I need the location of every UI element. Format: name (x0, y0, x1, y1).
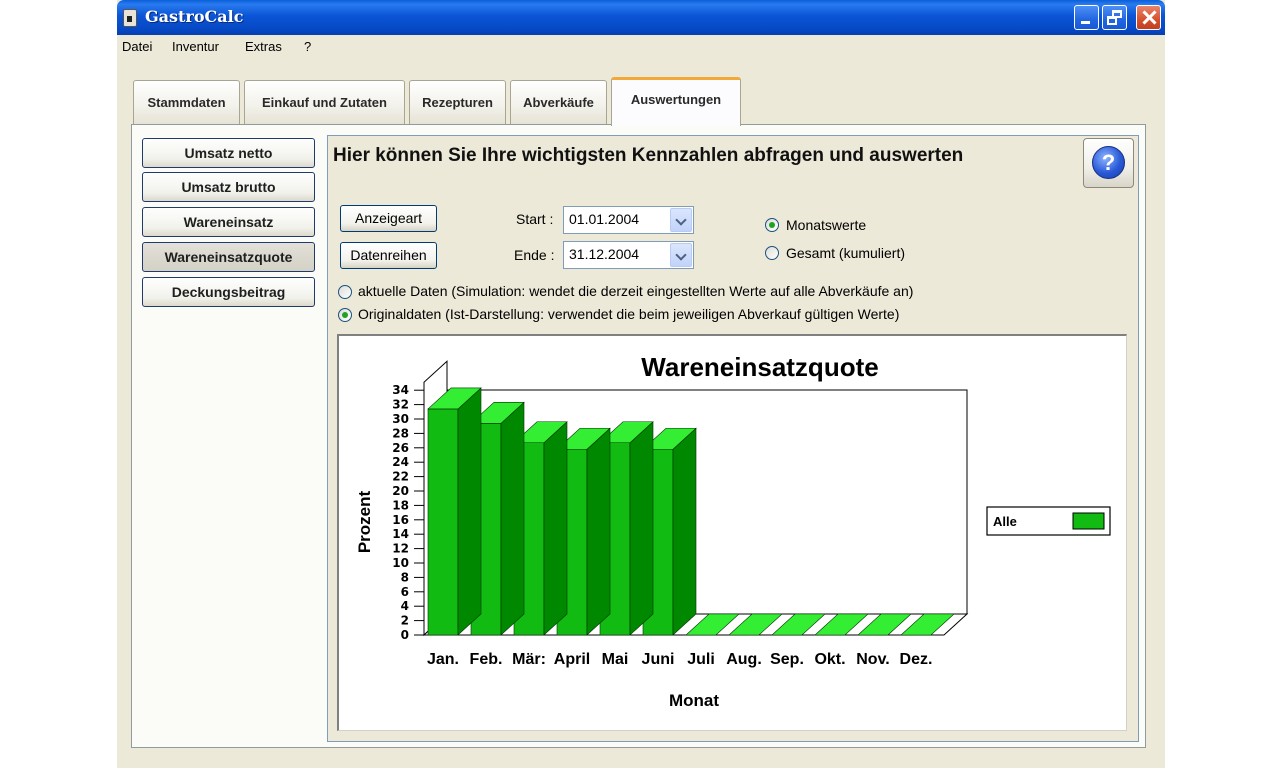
sidebar-item-wareneinsatzquote[interactable]: Wareneinsatzquote (142, 242, 315, 272)
end-date-combo[interactable]: 31.12.2004 (563, 241, 694, 269)
x-tick-label: Sep. (770, 651, 804, 668)
y-tick-label: 6 (401, 585, 409, 599)
app-icon (123, 9, 137, 27)
y-tick-label: 8 (401, 570, 409, 584)
y-tick-label: 20 (392, 484, 409, 498)
bar-side (457, 387, 482, 636)
restore-button[interactable] (1102, 5, 1127, 30)
y-tick-label: 16 (392, 513, 409, 527)
tab-auswertungen[interactable]: Auswertungen (611, 77, 741, 126)
bar-0 (427, 387, 482, 636)
bar-side (629, 421, 654, 636)
menu-extras[interactable]: Extras (245, 39, 282, 54)
sidebar-item-deckungsbeitrag[interactable]: Deckungsbeitrag (142, 277, 315, 307)
y-tick-label: 18 (392, 498, 409, 512)
sidebar-item-umsatz-brutto[interactable]: Umsatz brutto (142, 172, 315, 202)
y-tick-label: 30 (392, 412, 409, 426)
chart-title: Wareneinsatzquote (641, 352, 878, 382)
y-tick-label: 0 (401, 628, 409, 642)
y-tick-label: 12 (392, 542, 409, 556)
datenreihen-button[interactable]: Datenreihen (340, 242, 437, 269)
chart: 0246810121416182022242628303234Jan. Feb. M… (355, 352, 1111, 710)
x-axis-label: Monat (669, 691, 719, 710)
y-tick-label: 26 (392, 441, 409, 455)
gesamt-radio[interactable] (765, 246, 779, 260)
y-tick-label: 2 (401, 614, 409, 628)
menu-bar: Datei Inventur Extras ? (117, 35, 1165, 59)
chevron-down-icon[interactable] (670, 208, 692, 232)
bar-side (543, 421, 568, 636)
x-tick-label: Okt. (814, 651, 845, 668)
menu-inventur[interactable]: Inventur (172, 39, 219, 54)
bar-front (427, 408, 459, 636)
x-tick-label: Mär: (512, 651, 546, 668)
start-label: Start : (516, 211, 554, 227)
monatswerte-label: Monatswerte (786, 217, 867, 233)
bar-side (586, 427, 611, 636)
y-tick-label: 24 (392, 455, 409, 469)
legend-swatch (1072, 512, 1105, 530)
originaldaten-label: Originaldaten (Ist-Darstellung: verwende… (358, 306, 900, 322)
help-icon: ? (1092, 146, 1125, 179)
x-tick-label: Dez. (900, 651, 933, 668)
menu-datei[interactable]: Datei (122, 39, 152, 54)
bar-side (672, 427, 697, 636)
x-tick-label: Juli (687, 651, 715, 668)
window-title: GastroCalc (145, 7, 244, 26)
tab-rezepturen[interactable]: Rezepturen (409, 80, 506, 124)
end-label: Ende : (514, 247, 555, 263)
bar-side (500, 401, 525, 636)
x-tick-label: Mai (602, 651, 629, 668)
x-tick-label: Jan. (427, 651, 459, 668)
y-tick-label: 14 (392, 527, 409, 541)
tab-abverkaeufe[interactable]: Abverkäufe (510, 80, 607, 124)
y-tick-label: 4 (401, 599, 409, 613)
x-tick-label: Aug. (726, 651, 762, 668)
y-tick-label: 34 (392, 383, 409, 397)
x-tick-label: Feb. (470, 651, 503, 668)
sidebar-item-wareneinsatz[interactable]: Wareneinsatz (142, 207, 315, 237)
y-tick-label: 22 (392, 470, 409, 484)
y-axis-label: Prozent (355, 490, 374, 553)
page-title: Hier können Sie Ihre wichtigsten Kennzah… (333, 145, 964, 166)
close-button[interactable] (1136, 5, 1161, 30)
start-date-combo[interactable]: 01.01.2004 (563, 206, 694, 234)
aktuelle-daten-label: aktuelle Daten (Simulation: wendet die d… (358, 283, 914, 299)
originaldaten-radio[interactable] (338, 308, 352, 322)
aktuelle-daten-radio[interactable] (338, 285, 352, 299)
chevron-down-icon[interactable] (670, 243, 692, 267)
end-date-value: 31.12.2004 (569, 246, 640, 262)
sidebar-item-umsatz-netto[interactable]: Umsatz netto (142, 138, 315, 168)
y-tick-label: 10 (392, 556, 409, 570)
title-bar: GastroCalc (117, 0, 1165, 35)
start-date-value: 01.01.2004 (569, 211, 640, 227)
help-button[interactable]: ? (1083, 138, 1134, 188)
anzeigeart-button[interactable]: Anzeigeart (340, 205, 437, 232)
legend-label: Alle (993, 514, 1017, 529)
gesamt-label: Gesamt (kumuliert) (786, 245, 906, 261)
x-tick-label: Nov. (856, 651, 889, 668)
menu-help[interactable]: ? (304, 39, 311, 54)
y-tick-label: 28 (392, 426, 409, 440)
y-tick-label: 32 (392, 398, 409, 412)
minimize-button[interactable] (1074, 5, 1099, 30)
tab-einkauf-und-zutaten[interactable]: Einkauf und Zutaten (244, 80, 405, 124)
x-tick-label: Juni (642, 651, 675, 668)
tab-stammdaten[interactable]: Stammdaten (133, 80, 240, 124)
monatswerte-radio[interactable] (765, 218, 779, 232)
x-tick-label: April (554, 651, 590, 668)
